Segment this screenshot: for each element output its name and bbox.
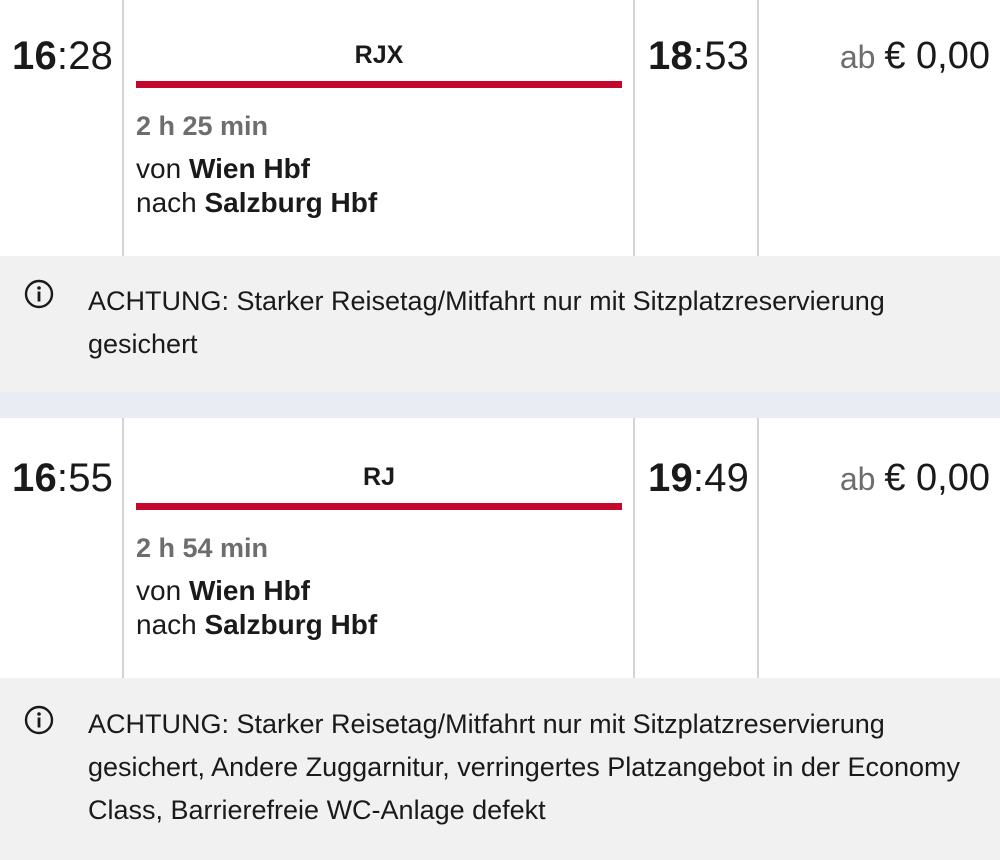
connection-row[interactable]: 16:28 RJX 2 h 25 min von Wien Hbf nach S… — [0, 0, 1000, 256]
departure-hour: 16 — [12, 34, 57, 78]
train-type: RJX — [354, 41, 404, 69]
from-label: von — [136, 575, 189, 606]
arrival-hour: 19 — [648, 456, 693, 500]
divider — [633, 418, 635, 678]
arrival-time: 19:49 — [648, 456, 749, 500]
from-station-name: Wien Hbf — [188, 575, 311, 606]
to-station-name: Salzburg Hbf — [204, 609, 378, 640]
to-station-name: Salzburg Hbf — [204, 187, 378, 218]
info-icon — [24, 705, 54, 735]
departure-hour: 16 — [12, 456, 57, 500]
connection-card[interactable]: 16:28 RJX 2 h 25 min von Wien Hbf nach S… — [0, 0, 1000, 392]
divider — [122, 0, 124, 256]
connection-card[interactable]: 16:55 RJ 2 h 54 min von Wien Hbf nach Sa… — [0, 418, 1000, 860]
arrival-minute: :49 — [692, 456, 750, 500]
departure-minute: :55 — [56, 456, 114, 500]
divider — [757, 418, 759, 678]
notice-text: ACHTUNG: Starker Reisetag/Mitfahrt nur m… — [88, 709, 960, 825]
notice-box: ACHTUNG: Starker Reisetag/Mitfahrt nur m… — [0, 678, 1000, 860]
notice-text: ACHTUNG: Starker Reisetag/Mitfahrt nur m… — [88, 286, 885, 359]
duration: 2 h 54 min — [136, 533, 269, 563]
to-label: nach — [136, 187, 205, 218]
to-label: nach — [136, 609, 205, 640]
route-bar — [136, 81, 622, 88]
train-type: RJ — [363, 463, 395, 491]
departure-time: 16:28 — [12, 34, 113, 78]
from-label: von — [136, 153, 189, 184]
from-station: von Wien Hbf — [136, 153, 310, 185]
divider — [633, 0, 635, 256]
price-value: € 0,00 — [884, 457, 990, 499]
from-station: von Wien Hbf — [136, 575, 310, 607]
arrival-minute: :53 — [692, 34, 750, 78]
arrival-time: 18:53 — [648, 34, 749, 78]
price-value: € 0,00 — [884, 35, 990, 77]
price[interactable]: ab € 0,00 — [840, 456, 990, 501]
notice-box: ACHTUNG: Starker Reisetag/Mitfahrt nur m… — [0, 256, 1000, 392]
price-prefix: ab — [839, 461, 885, 497]
arrival-hour: 18 — [648, 34, 693, 78]
price[interactable]: ab € 0,00 — [840, 34, 990, 79]
divider — [757, 0, 759, 256]
price-prefix: ab — [839, 39, 885, 75]
connection-row[interactable]: 16:55 RJ 2 h 54 min von Wien Hbf nach Sa… — [0, 418, 1000, 678]
info-icon — [24, 279, 54, 309]
to-station: nach Salzburg Hbf — [136, 187, 377, 219]
duration: 2 h 25 min — [136, 111, 269, 141]
departure-time: 16:55 — [12, 456, 113, 500]
departure-minute: :28 — [56, 34, 114, 78]
divider — [122, 418, 124, 678]
to-station: nach Salzburg Hbf — [136, 609, 377, 641]
route-bar — [136, 503, 622, 510]
from-station-name: Wien Hbf — [188, 153, 311, 184]
